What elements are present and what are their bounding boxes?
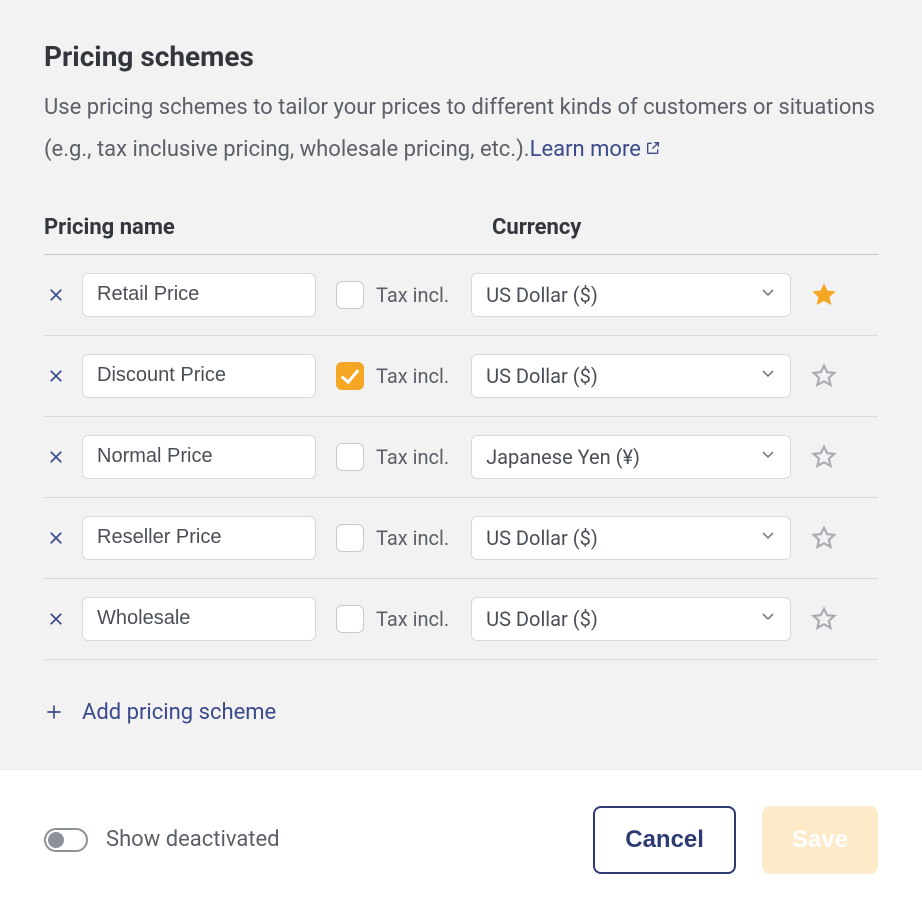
currency-select[interactable]: US Dollar ($)	[471, 354, 791, 398]
tax-incl-wrap: Tax incl.	[336, 605, 449, 633]
page-title: Pricing schemes	[44, 40, 878, 73]
tax-incl-label: Tax incl.	[376, 445, 449, 469]
tax-incl-label: Tax incl.	[376, 364, 449, 388]
pricing-name-input[interactable]	[82, 435, 316, 479]
save-button[interactable]: Save	[762, 806, 878, 874]
pricing-schemes-panel: Pricing schemes Use pricing schemes to t…	[0, 0, 922, 769]
tax-incl-wrap: Tax incl.	[336, 281, 449, 309]
chevron-down-icon	[758, 606, 778, 631]
chevron-down-icon	[758, 363, 778, 388]
currency-select[interactable]: US Dollar ($)	[471, 597, 791, 641]
table-row: Tax incl. US Dollar ($)	[44, 498, 878, 579]
delete-row-button[interactable]	[44, 607, 68, 631]
currency-select[interactable]: Japanese Yen (¥)	[471, 435, 791, 479]
add-pricing-scheme-button[interactable]: Add pricing scheme	[44, 700, 878, 725]
tax-incl-checkbox[interactable]	[336, 524, 364, 552]
currency-value: US Dollar ($)	[486, 526, 598, 550]
toggle-label: Show deactivated	[106, 827, 280, 852]
currency-value: US Dollar ($)	[486, 364, 598, 388]
show-deactivated-toggle[interactable]	[44, 828, 88, 852]
favorite-star-button[interactable]	[811, 606, 837, 632]
description-text: Use pricing schemes to tailor your price…	[44, 95, 875, 162]
currency-select[interactable]: US Dollar ($)	[471, 516, 791, 560]
pricing-name-input[interactable]	[82, 597, 316, 641]
toggle-knob	[48, 832, 64, 848]
chevron-down-icon	[758, 282, 778, 307]
delete-row-button[interactable]	[44, 445, 68, 469]
add-label: Add pricing scheme	[82, 700, 276, 725]
rows-container: Tax incl. US Dollar ($) Tax incl. US Dollar…	[44, 255, 878, 660]
pricing-name-input[interactable]	[82, 516, 316, 560]
favorite-star-button[interactable]	[811, 363, 837, 389]
plus-icon	[44, 702, 64, 722]
cancel-button[interactable]: Cancel	[593, 806, 736, 874]
tax-incl-checkbox[interactable]	[336, 281, 364, 309]
favorite-star-button[interactable]	[811, 444, 837, 470]
pricing-name-input[interactable]	[82, 354, 316, 398]
tax-incl-wrap: Tax incl.	[336, 524, 449, 552]
favorite-star-button[interactable]	[811, 282, 837, 308]
tax-incl-checkbox[interactable]	[336, 362, 364, 390]
tax-incl-wrap: Tax incl.	[336, 443, 449, 471]
tax-incl-checkbox[interactable]	[336, 443, 364, 471]
page-description: Use pricing schemes to tailor your price…	[44, 87, 878, 171]
delete-row-button[interactable]	[44, 283, 68, 307]
tax-incl-label: Tax incl.	[376, 283, 449, 307]
footer-bar: Show deactivated Cancel Save	[0, 769, 922, 910]
show-deactivated-toggle-wrap: Show deactivated	[44, 827, 280, 852]
column-header-name: Pricing name	[44, 215, 492, 240]
pricing-name-input[interactable]	[82, 273, 316, 317]
chevron-down-icon	[758, 444, 778, 469]
delete-row-button[interactable]	[44, 526, 68, 550]
table-row: Tax incl. Japanese Yen (¥)	[44, 417, 878, 498]
chevron-down-icon	[758, 525, 778, 550]
table-row: Tax incl. US Dollar ($)	[44, 255, 878, 336]
table-row: Tax incl. US Dollar ($)	[44, 336, 878, 417]
footer-actions: Cancel Save	[593, 806, 878, 874]
currency-value: Japanese Yen (¥)	[486, 445, 640, 469]
currency-value: US Dollar ($)	[486, 283, 598, 307]
tax-incl-checkbox[interactable]	[336, 605, 364, 633]
tax-incl-label: Tax incl.	[376, 526, 449, 550]
delete-row-button[interactable]	[44, 364, 68, 388]
favorite-star-button[interactable]	[811, 525, 837, 551]
tax-incl-label: Tax incl.	[376, 607, 449, 631]
column-header-currency: Currency	[492, 215, 581, 240]
table-header: Pricing name Currency	[44, 215, 878, 255]
currency-select[interactable]: US Dollar ($)	[471, 273, 791, 317]
currency-value: US Dollar ($)	[486, 607, 598, 631]
tax-incl-wrap: Tax incl.	[336, 362, 449, 390]
external-link-icon	[645, 129, 661, 171]
table-row: Tax incl. US Dollar ($)	[44, 579, 878, 660]
learn-more-link[interactable]: Learn more	[530, 137, 661, 162]
